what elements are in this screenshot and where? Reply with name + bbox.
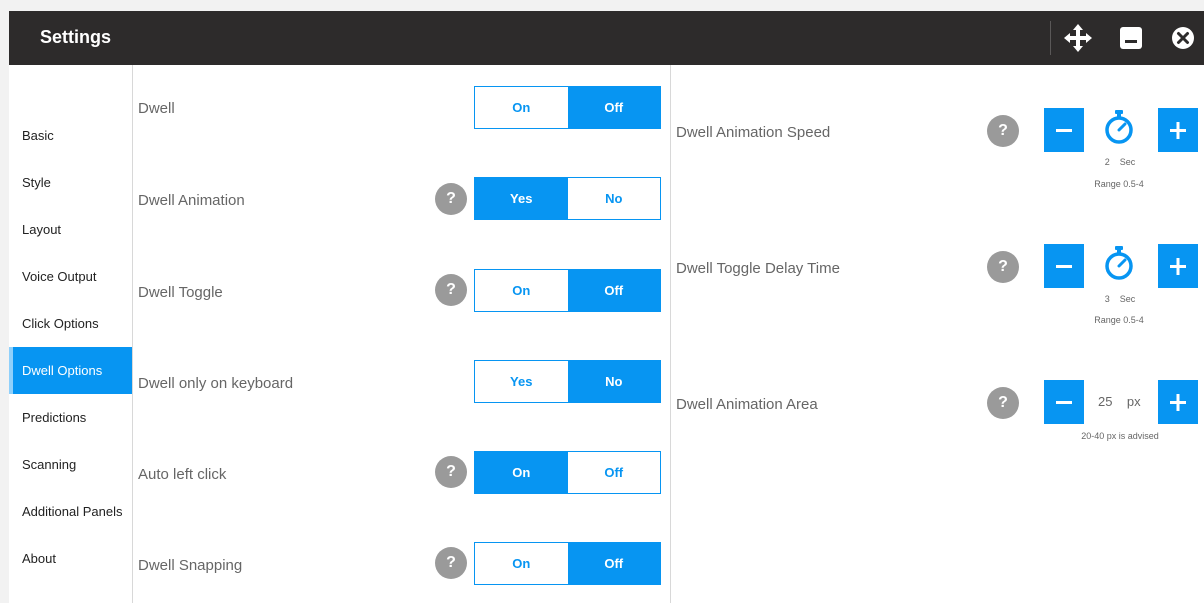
- setting-label-dwell-animation: Dwell Animation: [138, 192, 245, 209]
- decrease-dwell-animation-speed-button[interactable]: [1044, 108, 1084, 152]
- dwell-animation-speed-value: 2 Sec: [1104, 157, 1136, 167]
- toggle-dwell-animation-no[interactable]: No: [568, 178, 661, 219]
- toggle-dwell-animation-yes[interactable]: Yes: [475, 178, 568, 219]
- title-bar-divider: [1050, 21, 1051, 55]
- toggle-dwell: On Off: [474, 86, 661, 129]
- toggle-auto-left-click-on[interactable]: On: [475, 452, 568, 493]
- setting-label-dwell-toggle-delay-time: Dwell Toggle Delay Time: [676, 260, 840, 277]
- increase-dwell-toggle-delay-time-button[interactable]: [1158, 244, 1198, 288]
- toggle-dwell-snapping: On Off: [474, 542, 661, 585]
- sidebar-item-about[interactable]: About: [9, 535, 132, 582]
- sidebar-item-additional-panels[interactable]: Additional Panels: [9, 488, 132, 535]
- sidebar-item-click-options[interactable]: Click Options: [9, 300, 132, 347]
- toggle-dwell-only-on-keyboard-no[interactable]: No: [567, 361, 660, 402]
- settings-window: Settings Basic Style Layout Voice Output…: [9, 11, 1204, 603]
- setting-label-auto-left-click: Auto left click: [138, 466, 227, 483]
- dwell-animation-area-value: 25 px: [1098, 394, 1141, 409]
- toggle-dwell-only-on-keyboard: Yes No: [474, 360, 661, 403]
- sidebar-item-voice-output[interactable]: Voice Output: [9, 253, 132, 300]
- toggle-settings-panel: Dwell On Off Dwell Animation ? Yes No Dw…: [133, 65, 671, 603]
- setting-label-dwell-toggle: Dwell Toggle: [138, 284, 223, 301]
- toggle-dwell-toggle-on[interactable]: On: [475, 270, 568, 311]
- sidebar-item-scanning[interactable]: Scanning: [9, 441, 132, 488]
- setting-label-dwell-animation-speed: Dwell Animation Speed: [676, 124, 831, 141]
- decrease-dwell-animation-area-button[interactable]: [1044, 380, 1084, 424]
- toggle-dwell-snapping-on[interactable]: On: [475, 543, 568, 584]
- toggle-auto-left-click-off[interactable]: Off: [568, 452, 661, 493]
- toggle-dwell-on[interactable]: On: [475, 87, 568, 128]
- help-dwell-animation-speed-button[interactable]: ?: [987, 115, 1019, 147]
- dwell-toggle-delay-time-range: Range 0.5-4: [1094, 315, 1144, 325]
- setting-label-dwell-snapping: Dwell Snapping: [138, 557, 243, 574]
- stopwatch-icon: [1099, 243, 1139, 283]
- help-auto-left-click-button[interactable]: ?: [435, 456, 467, 488]
- help-dwell-toggle-delay-time-button[interactable]: ?: [987, 251, 1019, 283]
- stopwatch-icon: [1099, 107, 1139, 147]
- sidebar-item-layout[interactable]: Layout: [9, 206, 132, 253]
- setting-label-dwell: Dwell: [138, 100, 175, 117]
- increase-dwell-animation-speed-button[interactable]: [1158, 108, 1198, 152]
- move-icon[interactable]: [1063, 23, 1093, 53]
- dwell-animation-speed-range: Range 0.5-4: [1094, 179, 1144, 189]
- increase-dwell-animation-area-button[interactable]: [1158, 380, 1198, 424]
- window-title: Settings: [40, 27, 112, 47]
- setting-label-dwell-only-on-keyboard: Dwell only on keyboard: [138, 375, 294, 392]
- help-dwell-animation-button[interactable]: ?: [435, 183, 467, 215]
- help-dwell-animation-area-button[interactable]: ?: [987, 387, 1019, 419]
- dwell-toggle-delay-time-value: 3 Sec: [1104, 294, 1136, 304]
- toggle-dwell-off[interactable]: Off: [567, 87, 660, 128]
- toggle-dwell-only-on-keyboard-yes[interactable]: Yes: [475, 361, 568, 402]
- toggle-dwell-toggle: On Off: [474, 269, 661, 312]
- decrease-dwell-toggle-delay-time-button[interactable]: [1044, 244, 1084, 288]
- title-bar: Settings: [9, 11, 1204, 65]
- toggle-dwell-toggle-off[interactable]: Off: [567, 270, 660, 311]
- close-icon[interactable]: [1168, 23, 1198, 53]
- minimize-icon[interactable]: [1116, 23, 1146, 53]
- settings-sidebar: Basic Style Layout Voice Output Click Op…: [9, 65, 133, 603]
- sidebar-item-basic[interactable]: Basic: [9, 112, 132, 159]
- sidebar-item-style[interactable]: Style: [9, 159, 132, 206]
- help-dwell-toggle-button[interactable]: ?: [435, 274, 467, 306]
- setting-label-dwell-animation-area: Dwell Animation Area: [676, 396, 818, 413]
- sidebar-item-dwell-options[interactable]: Dwell Options: [9, 347, 132, 394]
- toggle-auto-left-click: On Off: [474, 451, 661, 494]
- dwell-animation-area-range: 20-40 px is advised: [1081, 431, 1159, 441]
- help-dwell-snapping-button[interactable]: ?: [435, 547, 467, 579]
- stepper-settings-panel: Dwell Animation Speed ? 2 Sec Range 0.5-…: [671, 65, 1204, 603]
- toggle-dwell-animation: Yes No: [474, 177, 661, 220]
- sidebar-item-predictions[interactable]: Predictions: [9, 394, 132, 441]
- toggle-dwell-snapping-off[interactable]: Off: [567, 543, 660, 584]
